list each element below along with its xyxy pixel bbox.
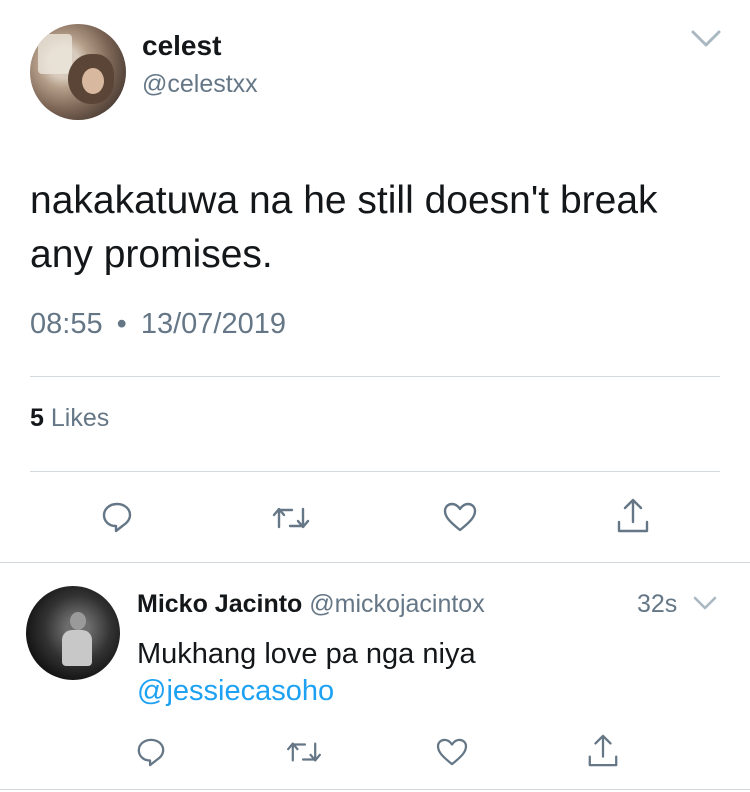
avatar[interactable] xyxy=(30,24,126,120)
divider xyxy=(30,471,720,472)
likes-summary[interactable]: 5 Likes xyxy=(30,404,109,433)
reply-avatar[interactable] xyxy=(26,586,120,680)
tweet-text-line: nakakatuwa na he still doesn't break xyxy=(30,179,658,222)
avatar-person-body xyxy=(62,630,92,666)
user-handle[interactable]: @celestxx xyxy=(142,70,258,99)
retweet-icon[interactable] xyxy=(286,738,322,766)
timestamp[interactable]: 08:55 • 13/07/2019 xyxy=(30,308,286,341)
mention-link[interactable]: @jessiecasoho xyxy=(137,673,476,710)
display-name[interactable]: celest xyxy=(142,30,221,62)
share-icon[interactable] xyxy=(586,734,620,768)
likes-count: 5 xyxy=(30,404,44,432)
reply-icon[interactable] xyxy=(101,501,133,533)
separator-dot: • xyxy=(116,308,127,340)
reply-handle[interactable]: @mickojacintox xyxy=(309,590,484,618)
heart-icon[interactable] xyxy=(436,738,468,766)
avatar-background xyxy=(38,34,72,74)
likes-label: Likes xyxy=(50,404,110,432)
heart-icon[interactable] xyxy=(443,502,477,532)
avatar-person-head xyxy=(70,612,86,630)
reply-icon[interactable] xyxy=(136,737,166,767)
reply-text-line: Mukhang love pa nga niya xyxy=(137,638,476,670)
retweet-icon[interactable] xyxy=(272,503,310,533)
reply-display-name[interactable]: Micko Jacinto xyxy=(137,590,302,618)
divider xyxy=(30,376,720,377)
reply-text: Mukhang love pa nga niya @jessiecasoho xyxy=(137,636,476,710)
share-icon[interactable] xyxy=(615,498,651,534)
tweet-text: nakakatuwa na he still doesn't break any… xyxy=(30,174,730,282)
tweet-date: 13/07/2019 xyxy=(140,308,287,340)
chevron-down-icon[interactable] xyxy=(690,28,722,50)
tweet-time: 08:55 xyxy=(30,308,103,340)
chevron-down-icon[interactable] xyxy=(692,594,718,612)
section-divider xyxy=(0,562,750,563)
avatar-face xyxy=(82,68,104,94)
tweet-text-line: any promises. xyxy=(30,233,273,276)
bottom-divider xyxy=(0,789,750,790)
reply-header: Micko Jacinto @mickojacintox xyxy=(137,590,485,619)
reply-age: 32s xyxy=(637,590,678,618)
